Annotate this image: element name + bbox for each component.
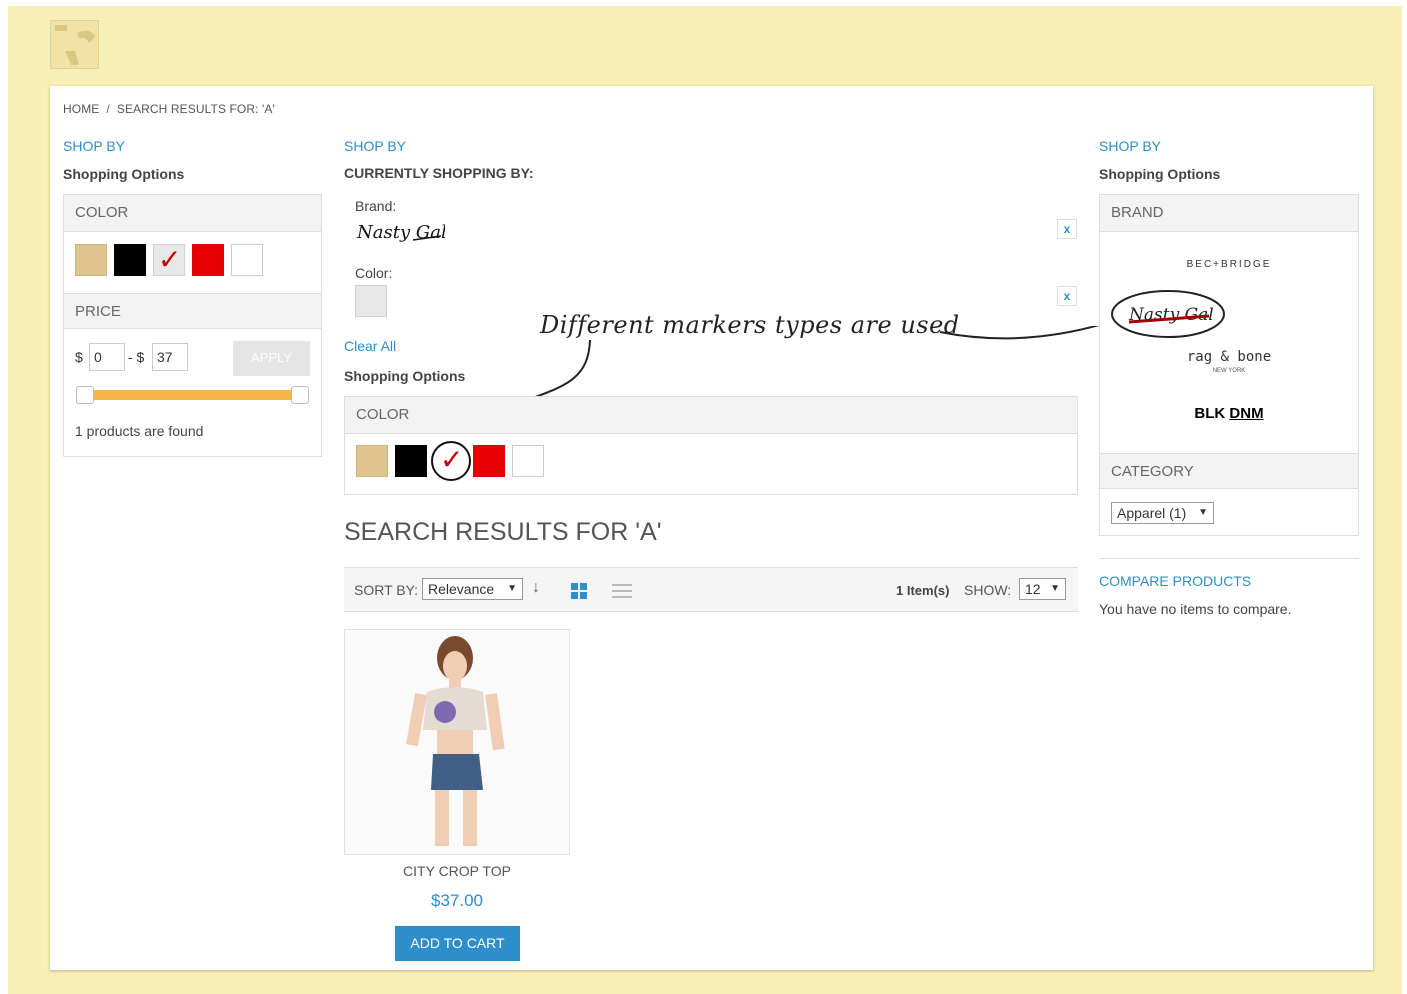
center-swatch-tan[interactable] bbox=[356, 445, 388, 477]
breadcrumb-separator: / bbox=[106, 102, 110, 116]
center-swatch-black[interactable] bbox=[395, 445, 427, 477]
show-select[interactable]: 12 ▼ bbox=[1019, 578, 1066, 600]
brand-rag-bone[interactable]: rag & bone bbox=[1100, 349, 1358, 365]
brand-rag-bone-sub: NEW YORK bbox=[1212, 368, 1246, 374]
brand-blk: BLK bbox=[1194, 405, 1226, 422]
sort-by-label: SORT BY: bbox=[354, 582, 419, 598]
color-swatch-tan[interactable] bbox=[75, 244, 107, 276]
breadcrumb-home[interactable]: HOME bbox=[63, 102, 99, 116]
remove-color-filter-button[interactable]: x bbox=[1057, 286, 1077, 306]
color-swatch-white[interactable] bbox=[231, 244, 263, 276]
breadcrumb-current: SEARCH RESULTS FOR: 'A' bbox=[116, 102, 275, 116]
brand-filter-label: Brand: bbox=[355, 198, 397, 214]
sort-direction-icon[interactable]: ↓ bbox=[532, 579, 540, 597]
search-results-title: SEARCH RESULTS FOR 'A' bbox=[344, 518, 662, 546]
price-currency: $ bbox=[75, 349, 83, 365]
logo[interactable] bbox=[50, 20, 99, 69]
color-swatch-black[interactable] bbox=[114, 244, 146, 276]
list-view-icon[interactable] bbox=[612, 582, 632, 600]
currently-shopping-by: CURRENTLY SHOPPING BY: bbox=[344, 165, 534, 181]
remove-brand-filter-button[interactable]: x bbox=[1057, 219, 1077, 239]
brand-filter-logo: Nasty Gal bbox=[355, 218, 447, 253]
product-price: $37.00 bbox=[431, 891, 483, 910]
center-checkmark-icon: ✓ bbox=[440, 443, 464, 476]
price-from-input[interactable]: 0 bbox=[89, 343, 125, 371]
products-found-text: 1 products are found bbox=[75, 423, 204, 439]
color-filter-label: Color: bbox=[355, 265, 393, 281]
apply-button[interactable]: APPLY bbox=[233, 341, 310, 376]
category-select[interactable]: Apparel (1) ▼ bbox=[1111, 502, 1214, 524]
dropdown-arrow-icon: ▼ bbox=[507, 583, 517, 594]
category-select-value: Apparel (1) bbox=[1117, 505, 1187, 521]
nasty-gal-circled-icon: Nasty Gal bbox=[1111, 290, 1225, 338]
center-color-header[interactable]: COLOR bbox=[345, 397, 1077, 434]
left-price-header[interactable]: PRICE bbox=[64, 293, 321, 329]
sort-select[interactable]: Relevance ▼ bbox=[422, 578, 523, 600]
logo-icon bbox=[55, 25, 95, 65]
right-shopping-options: Shopping Options bbox=[1099, 166, 1221, 182]
show-select-value: 12 bbox=[1025, 581, 1041, 597]
price-slider-min-handle[interactable] bbox=[76, 386, 94, 404]
item-count: 1 Item(s) bbox=[896, 583, 950, 598]
brand-header[interactable]: BRAND bbox=[1100, 195, 1358, 232]
right-shop-by-title: SHOP BY bbox=[1099, 138, 1161, 154]
right-filter-box: BRAND BEC+BRIDGE Nasty Gal rag & bone NE… bbox=[1099, 194, 1359, 536]
show-label: SHOW: bbox=[964, 582, 1012, 598]
right-divider bbox=[1099, 558, 1359, 559]
clear-all-link[interactable]: Clear All bbox=[344, 338, 396, 354]
center-color-box: COLOR ✓ bbox=[344, 396, 1078, 495]
price-slider-track[interactable] bbox=[84, 390, 302, 400]
price-slider-max-handle[interactable] bbox=[291, 386, 309, 404]
brand-bec-bridge[interactable]: BEC+BRIDGE bbox=[1100, 259, 1358, 270]
grid-view-icon[interactable] bbox=[571, 583, 587, 599]
center-swatch-selected[interactable]: ✓ bbox=[431, 441, 471, 481]
color-swatch-red[interactable] bbox=[192, 244, 224, 276]
product-name[interactable]: CITY CROP TOP bbox=[344, 863, 570, 879]
price-to-input[interactable]: 37 bbox=[152, 343, 188, 371]
center-swatch-red[interactable] bbox=[473, 445, 505, 477]
left-filter-box: COLOR ✓ PRICE $ 0 - $ 37 APPLY 1 product… bbox=[63, 194, 322, 457]
left-shop-by-title: SHOP BY bbox=[63, 138, 125, 154]
show-dropdown-arrow-icon: ▼ bbox=[1050, 583, 1060, 594]
sort-select-value: Relevance bbox=[428, 581, 495, 597]
price-dash: - $ bbox=[128, 349, 145, 365]
color-swatch-selected[interactable]: ✓ bbox=[153, 243, 185, 276]
checkmark-icon: ✓ bbox=[158, 243, 182, 276]
add-to-cart-button[interactable]: ADD TO CART bbox=[395, 926, 520, 961]
left-color-header[interactable]: COLOR bbox=[64, 195, 321, 232]
center-shop-by-title: SHOP BY bbox=[344, 138, 406, 154]
brand-nasty-gal-selected[interactable]: Nasty Gal bbox=[1109, 288, 1227, 340]
brand-blk-dnm[interactable]: BLK DNM bbox=[1100, 405, 1358, 422]
compare-products-text: You have no items to compare. bbox=[1099, 601, 1292, 617]
product-image-card[interactable] bbox=[344, 629, 570, 855]
svg-text:Nasty Gal: Nasty Gal bbox=[356, 222, 445, 243]
product-photo bbox=[345, 630, 569, 854]
nasty-gal-logo-icon: Nasty Gal bbox=[356, 222, 447, 243]
active-color-swatch bbox=[355, 285, 387, 317]
category-header[interactable]: CATEGORY bbox=[1100, 453, 1358, 489]
brand-dnm: DNM bbox=[1229, 405, 1264, 422]
results-toolbar: SORT BY: Relevance ▼ ↓ 1 Item(s) SHOW: 12… bbox=[344, 567, 1078, 612]
compare-products-title: COMPARE PRODUCTS bbox=[1099, 573, 1252, 589]
left-shopping-options: Shopping Options bbox=[63, 166, 185, 182]
center-swatch-white[interactable] bbox=[512, 445, 544, 477]
main-panel: HOME / SEARCH RESULTS FOR: 'A' SHOP BY Sho… bbox=[50, 86, 1373, 970]
category-dropdown-arrow-icon: ▼ bbox=[1198, 507, 1208, 518]
breadcrumb: HOME / SEARCH RESULTS FOR: 'A' bbox=[63, 102, 275, 116]
